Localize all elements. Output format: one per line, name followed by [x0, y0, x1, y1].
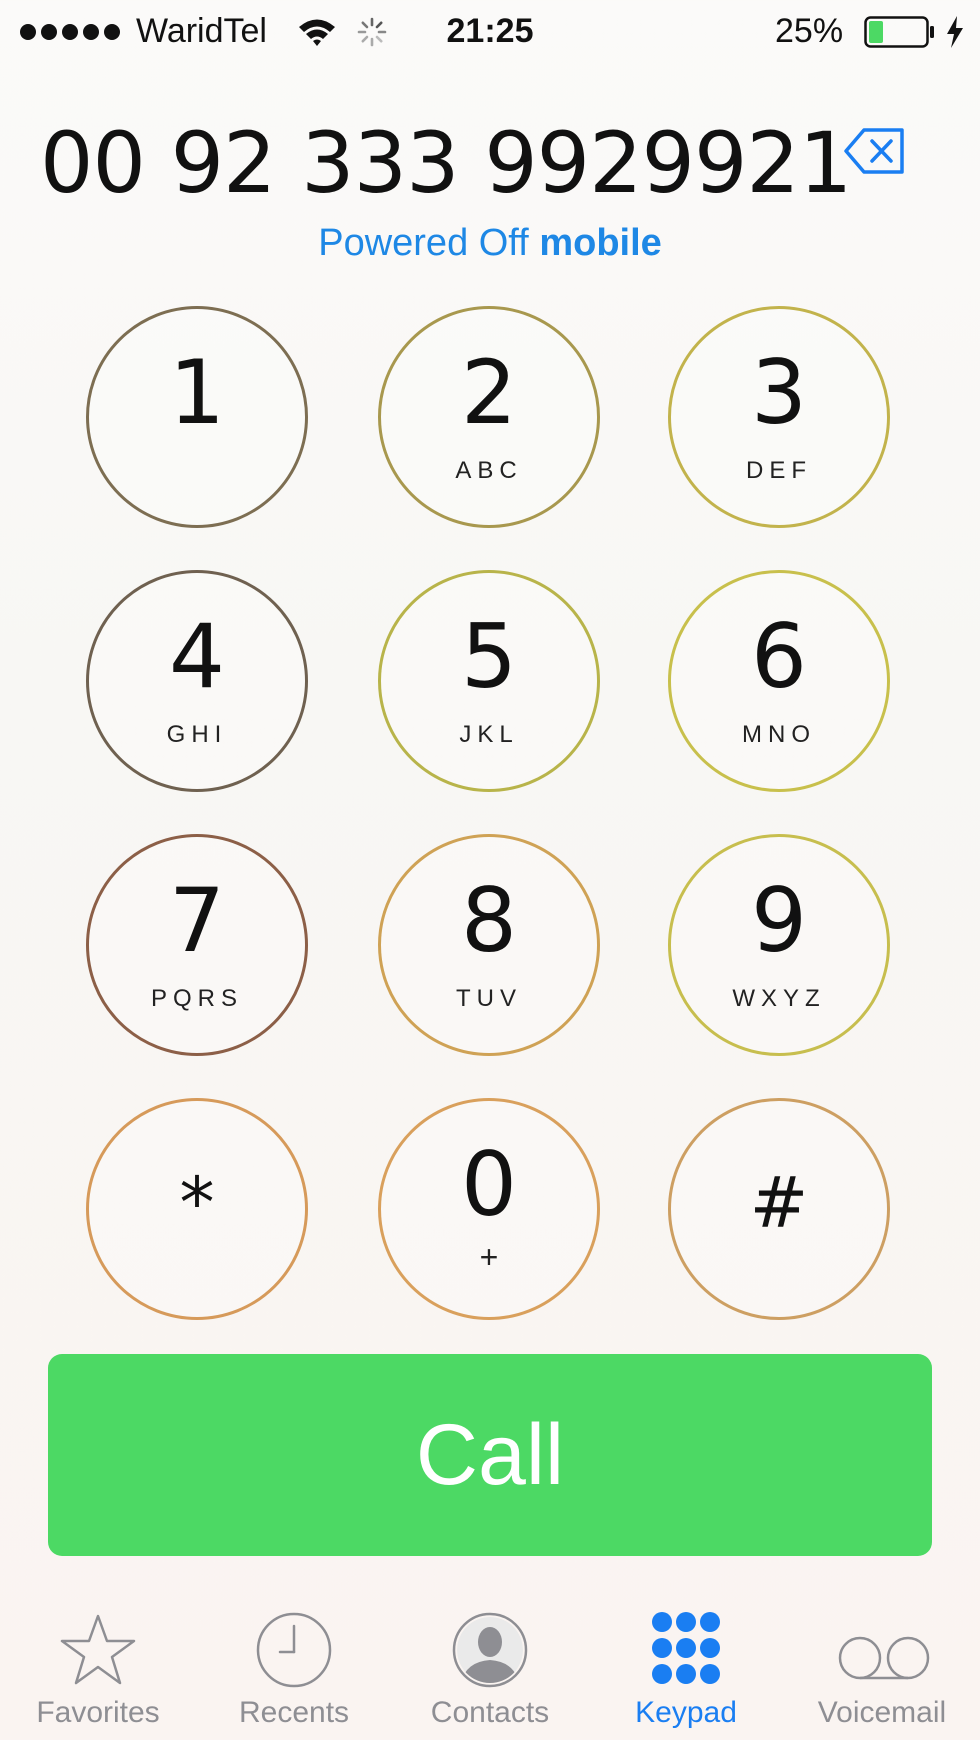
voicemail-icon: [838, 1636, 930, 1680]
key-letters: TUV: [456, 985, 522, 1012]
key-digit: *: [179, 1162, 215, 1244]
key-six[interactable]: 6 MNO: [668, 570, 890, 792]
key-three[interactable]: 3 DEF: [668, 306, 890, 528]
tab-label: Keypad: [635, 1696, 737, 1729]
key-four[interactable]: 4 GHI: [86, 570, 308, 792]
caller-info: Powered Off mobile: [0, 222, 980, 265]
key-digit: 2: [461, 341, 517, 444]
key-one[interactable]: 1: [86, 306, 308, 528]
tab-contacts[interactable]: Contacts: [392, 1600, 588, 1740]
key-digit: 6: [751, 605, 807, 708]
key-letters: GHI: [166, 721, 228, 748]
battery-icon: [864, 16, 934, 48]
tab-label: Recents: [238, 1696, 350, 1729]
key-seven[interactable]: 7 PQRS: [86, 834, 308, 1056]
tab-label: Voicemail: [817, 1696, 947, 1729]
key-two[interactable]: 2 ABC: [378, 306, 600, 528]
tab-voicemail[interactable]: Voicemail: [784, 1600, 980, 1740]
key-hash[interactable]: #: [668, 1098, 890, 1320]
key-digit: 7: [169, 869, 225, 972]
key-letters: ABC: [455, 457, 523, 484]
key-digit: 9: [751, 869, 807, 972]
key-digit: 5: [461, 605, 517, 708]
tab-keypad[interactable]: Keypad: [588, 1600, 784, 1740]
clock-icon: [256, 1612, 332, 1688]
battery-percent: 25%: [775, 12, 844, 50]
key-letters: PQRS: [150, 985, 243, 1012]
tab-favorites[interactable]: Favorites: [0, 1600, 196, 1740]
status-bar: WaridTel 21:25 25%: [0, 0, 980, 64]
key-letters: +: [479, 1239, 499, 1275]
key-five[interactable]: 5 JKL: [378, 570, 600, 792]
dialed-number: 00 92 333 9929921: [40, 114, 852, 212]
tab-label: Contacts: [430, 1696, 550, 1729]
caller-status: Powered Off: [318, 222, 529, 264]
key-letters: JKL: [459, 721, 519, 748]
key-digit: 1: [169, 341, 225, 444]
tab-bar: Favorites Recents Contacts Keypad Voicem…: [0, 1600, 980, 1740]
key-letters: MNO: [742, 721, 816, 748]
charging-icon: [947, 16, 963, 48]
key-letters: DEF: [746, 457, 812, 484]
delete-backspace-icon: [844, 128, 904, 174]
key-digit: 4: [169, 605, 225, 708]
key-digit: 0: [461, 1133, 517, 1236]
key-digit: 3: [751, 341, 807, 444]
key-eight[interactable]: 8 TUV: [378, 834, 600, 1056]
call-button[interactable]: Call: [48, 1354, 932, 1556]
contact-silhouette-icon: [452, 1612, 528, 1688]
key-digit: 8: [461, 869, 517, 972]
delete-button[interactable]: [842, 126, 906, 176]
key-nine[interactable]: 9 WXYZ: [668, 834, 890, 1056]
tab-recents[interactable]: Recents: [196, 1600, 392, 1740]
tab-label: Favorites: [36, 1696, 160, 1729]
key-letters: WXYZ: [732, 985, 826, 1012]
caller-type: mobile: [539, 222, 662, 264]
keypad-grid-icon: [652, 1612, 720, 1684]
star-icon: [60, 1614, 136, 1685]
key-star[interactable]: *: [86, 1098, 308, 1320]
key-zero[interactable]: 0 +: [378, 1098, 600, 1320]
key-digit: #: [749, 1162, 809, 1244]
